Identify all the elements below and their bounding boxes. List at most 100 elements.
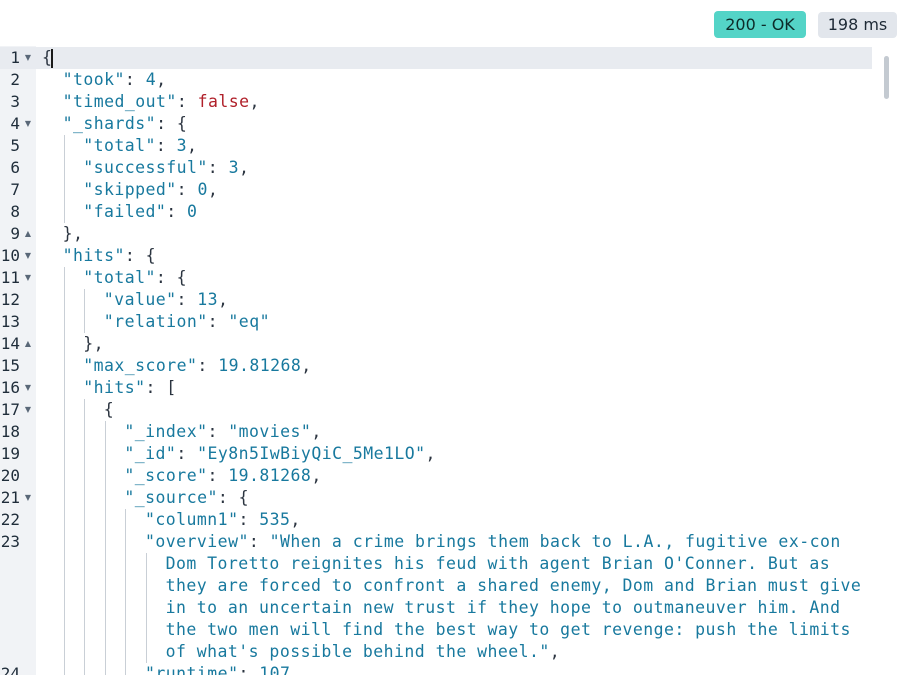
code-text: "overview": "When a crime brings them ba… (145, 531, 841, 553)
scrollbar-track[interactable] (880, 46, 890, 675)
response-editor[interactable]: 1 ▼{2 "took": 4, 3 "timed_out": false, 4 ▼ "_sh… (0, 46, 908, 675)
line-number: 5 (10, 136, 20, 155)
scrollbar-thumb[interactable] (884, 56, 889, 99)
code-token: "hits" (83, 378, 146, 397)
code-token: "_index" (124, 422, 208, 441)
line-number: 3 (10, 92, 20, 111)
code-text: }, (83, 333, 104, 355)
code-text: "total": 3, (83, 135, 197, 157)
code-text: the two men will find the best way to ge… (166, 619, 851, 641)
line-number: 18 (0, 422, 20, 441)
indent-guide (146, 553, 147, 663)
line-number: 10 (0, 246, 20, 265)
code-token: "runtime" (145, 664, 239, 675)
code-token: "skipped" (83, 180, 177, 199)
line-number: 21 (0, 488, 20, 507)
fold-collapse-icon[interactable]: ▼ (23, 113, 33, 135)
code-line: of what's possible behind the wheel.", (0, 641, 872, 663)
code-token: 4 (145, 70, 157, 89)
response-header: 200 - OK 198 ms (0, 0, 908, 46)
code-text: in to an uncertain new trust if they hop… (166, 597, 841, 619)
code-token: 0 (197, 180, 208, 199)
code-token: , (311, 422, 322, 441)
code-token: "value" (103, 290, 177, 309)
code-token: the two men will find the best way to ge… (165, 620, 851, 639)
line-number: 23 (0, 532, 20, 551)
code-line: 21 ▼ "_source": { (0, 487, 872, 509)
indent-guide (63, 267, 65, 675)
response-time-badge: 198 ms (818, 12, 897, 38)
code-line: 20 "_score": 19.81268, (0, 465, 872, 487)
code-token: : (238, 510, 260, 529)
code-text: }, (63, 223, 84, 245)
code-token: "_shards" (62, 114, 157, 133)
code-token: : { (217, 488, 250, 507)
code-token: Dom Toretto reignites his feud with agen… (165, 554, 831, 573)
code-line: they are forced to confront a shared ene… (0, 575, 872, 597)
fold-collapse-icon[interactable]: ▼ (23, 47, 33, 69)
code-token: : (207, 312, 229, 331)
code-text: Dom Toretto reignites his feud with agen… (166, 553, 831, 575)
line-number: 15 (0, 356, 20, 375)
fold-collapse-icon[interactable]: ▼ (23, 377, 33, 399)
code-text: "successful": 3, (83, 157, 249, 179)
code-line: 6 "successful": 3, (0, 157, 872, 179)
code-token: "When a crime brings them back to L.A., … (269, 532, 841, 551)
code-token: , (249, 92, 260, 111)
code-token: : { (155, 268, 188, 287)
code-line: 5 "total": 3, (0, 135, 872, 157)
code-line: Dom Toretto reignites his feud with agen… (0, 553, 872, 575)
code-token: , (425, 444, 436, 463)
code-token: "overview" (145, 532, 249, 551)
code-line: 7 "skipped": 0, (0, 179, 872, 201)
code-token: , (218, 290, 229, 309)
code-text: "_shards": { (63, 113, 188, 135)
code-token: : (238, 664, 260, 675)
fold-expand-icon[interactable]: ▲ (23, 333, 33, 355)
line-number: 22 (0, 510, 20, 529)
code-token: : (207, 466, 229, 485)
code-line: the two men will find the best way to ge… (0, 619, 872, 641)
line-number: 2 (10, 70, 20, 89)
code-line: 4 ▼ "_shards": { (0, 113, 872, 135)
indent-guide (63, 135, 65, 223)
code-line: 11 ▼ "total": { (0, 267, 872, 289)
code-token: , (549, 642, 561, 661)
code-line: 14 ▲}, (0, 333, 872, 355)
fold-expand-icon[interactable]: ▲ (23, 223, 33, 245)
code-text: "hits": { (63, 245, 156, 267)
text-cursor (51, 49, 53, 68)
line-number: 17 (0, 400, 20, 419)
code-text: "_source": { (124, 487, 249, 509)
code-token: "took" (62, 70, 125, 89)
code-token: , (187, 136, 198, 155)
fold-collapse-icon[interactable]: ▼ (23, 267, 33, 289)
fold-collapse-icon[interactable]: ▼ (23, 487, 33, 509)
code-token: : { (124, 246, 157, 265)
code-line: 18 "_index": "movies", (0, 421, 872, 443)
code-line: 12 "value": 13, (0, 289, 872, 311)
code-text: "column1": 535, (145, 509, 301, 531)
line-number: 19 (0, 444, 20, 463)
code-token: : (207, 158, 229, 177)
fold-collapse-icon[interactable]: ▼ (23, 245, 33, 267)
code-text: "_score": 19.81268, (124, 465, 321, 487)
code-token: "total" (83, 136, 156, 155)
code-token: 19.81268 (228, 466, 312, 485)
indent-guide (125, 509, 127, 675)
code-token: : (176, 92, 198, 111)
code-token: : (197, 356, 219, 375)
code-token: : (248, 532, 270, 551)
code-line: 13 "relation": "eq" (0, 311, 872, 333)
code-text: "runtime": 107 (145, 663, 290, 675)
code-token: : (176, 444, 198, 463)
code-text: "took": 4, (63, 69, 167, 91)
code-token: }, (62, 224, 84, 243)
line-number: 11 (0, 268, 20, 287)
code-token: "column1" (145, 510, 239, 529)
code-line: 23 "overview": "When a crime brings them … (0, 531, 872, 553)
fold-collapse-icon[interactable]: ▼ (23, 399, 33, 421)
indent-guide (84, 399, 86, 675)
code-line: in to an uncertain new trust if they hop… (0, 597, 872, 619)
code-token: "Ey8n5IwBiyQiC_5Me1LO" (197, 444, 426, 463)
